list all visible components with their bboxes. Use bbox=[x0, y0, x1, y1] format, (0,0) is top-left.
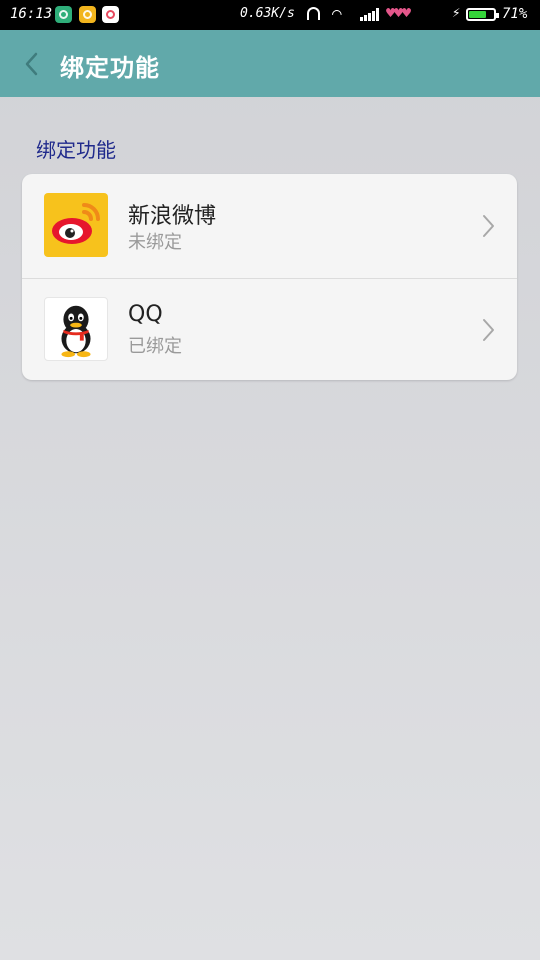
section-title: 绑定功能 bbox=[36, 138, 116, 162]
wifi-icon: ◠ bbox=[332, 4, 342, 23]
battery-icon bbox=[466, 8, 499, 21]
headset-icon bbox=[307, 7, 320, 20]
title-bar: 绑定功能 bbox=[0, 30, 540, 97]
binding-item-qq[interactable]: QQ 已绑定 bbox=[22, 278, 517, 382]
app-shield-icon bbox=[55, 6, 72, 23]
chevron-right-icon bbox=[478, 316, 498, 344]
signal-icon bbox=[360, 8, 380, 21]
chevron-left-icon bbox=[25, 52, 38, 76]
status-time: 16:13 bbox=[10, 6, 53, 22]
qq-logo-icon bbox=[44, 297, 108, 361]
binding-list: 新浪微博 未绑定 QQ 已绑定 bbox=[22, 174, 517, 380]
battery-text: 71% bbox=[502, 6, 528, 22]
charging-icon: ⚡ bbox=[452, 5, 461, 21]
app-calendar-icon bbox=[102, 6, 119, 23]
app-money-icon bbox=[79, 6, 96, 23]
network-speed: 0.63K/s bbox=[240, 6, 295, 21]
status-bar: 16:13 0.63K/s ◠ ♥♥♥ ⚡ 71% bbox=[0, 0, 540, 30]
binding-name: 新浪微博 bbox=[128, 204, 217, 229]
binding-item-weibo[interactable]: 新浪微博 未绑定 bbox=[22, 174, 517, 278]
page-title: 绑定功能 bbox=[60, 54, 160, 82]
binding-name: QQ bbox=[128, 302, 163, 327]
binding-status: 未绑定 bbox=[128, 232, 182, 253]
binding-status: 已绑定 bbox=[128, 336, 182, 357]
back-button[interactable] bbox=[14, 46, 50, 82]
weibo-logo-icon bbox=[44, 193, 108, 257]
battery-fill bbox=[469, 11, 486, 18]
heart-icons: ♥♥♥ bbox=[386, 4, 411, 22]
chevron-right-icon bbox=[478, 212, 498, 240]
